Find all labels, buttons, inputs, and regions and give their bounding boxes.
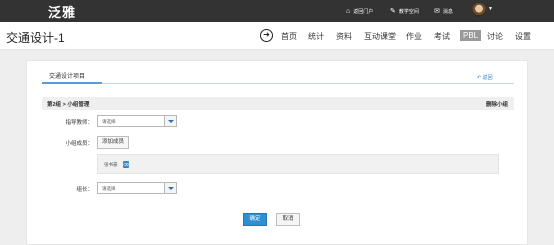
trash-icon[interactable]: ⌫ [123,161,129,168]
messages-label: 消息 [442,8,453,15]
add-member-button[interactable]: 添加成员 [97,136,130,149]
tab-active-underline [42,82,102,84]
leader-select[interactable]: 请选择 [97,182,177,194]
arrow-right-circle-icon[interactable]: ➜ [260,29,273,42]
mail-icon: ✉ [434,7,440,15]
member-list: 张书豪 ⌫ [97,154,499,174]
group-management-card: 交通设计项目 ↶ 返回 第2组 > 小组管理 删除小组 指导教师： 请选择 小组… [26,60,528,245]
nav-exam[interactable]: 考试 [434,31,450,42]
edit-icon: ✎ [390,7,396,15]
teaching-space-label: 教学空间 [398,8,419,15]
delete-group-button[interactable]: 删除小组 [486,100,508,108]
nav-homework[interactable]: 作业 [406,31,422,42]
back-arrow-icon: ↶ [477,75,482,81]
teacher-select-value: 请选择 [102,119,116,124]
tab-divider [42,83,514,84]
member-name: 张书豪 [104,162,118,167]
portal-link[interactable]: ⌂ 返回门户 [346,0,373,22]
nav-interactive-class[interactable]: 互动课堂 [364,31,396,42]
cancel-button[interactable]: 取消 [276,213,300,226]
course-title: 交通设计-1 [6,31,65,45]
brand-logo[interactable]: 泛雅 [48,2,76,21]
course-header: 交通设计-1 ➜ 首页 统计 资料 互动课堂 作业 考试 PBL 讨论 设置 [0,22,554,50]
nav-home[interactable]: 首页 [281,31,297,42]
nav-statistics[interactable]: 统计 [308,31,324,42]
tab-project[interactable]: 交通设计项目 [49,71,85,80]
chevron-down-icon [164,116,176,126]
top-bar: 泛雅 ⌂ 返回门户 ✎ 教学空间 ✉ 消息 ▼ [0,0,554,22]
nav-discussion[interactable]: 讨论 [487,31,503,42]
group-header: 第2组 > 小组管理 删除小组 [42,97,514,110]
members-label: 小组成员： [65,141,93,147]
confirm-button[interactable]: 确定 [243,213,267,226]
back-link-label: 返回 [482,75,493,81]
back-link[interactable]: ↶ 返回 [477,74,493,81]
home-icon: ⌂ [346,7,351,15]
group-breadcrumb: 第2组 > 小组管理 [47,102,90,108]
nav-settings[interactable]: 设置 [515,31,531,42]
nav-materials[interactable]: 资料 [336,31,352,42]
portal-link-label: 返回门户 [353,8,374,15]
nav-pbl[interactable]: PBL [460,30,482,41]
leader-select-value: 请选择 [102,186,116,191]
avatar[interactable] [472,3,486,17]
chevron-down-icon [164,183,176,193]
chevron-down-icon[interactable]: ▼ [488,6,493,12]
messages-link[interactable]: ✉ 消息 [434,0,453,22]
teacher-label: 指导教师： [65,120,93,126]
teacher-select[interactable]: 请选择 [97,115,177,127]
leader-label: 组长： [76,187,93,193]
teaching-space-link[interactable]: ✎ 教学空间 [390,0,419,22]
